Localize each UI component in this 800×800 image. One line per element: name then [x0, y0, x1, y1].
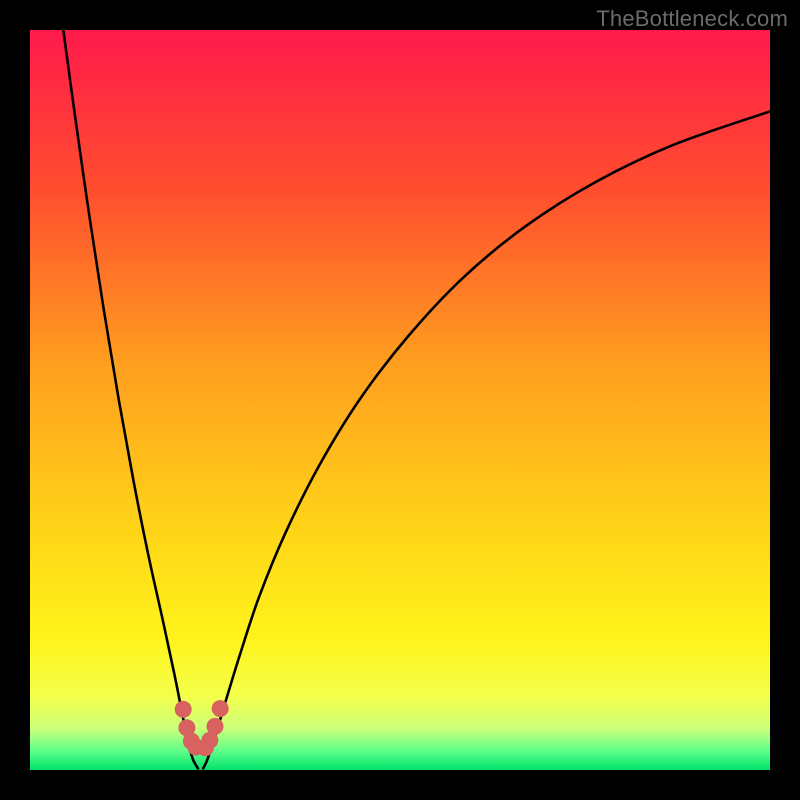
chart-stage: TheBottleneck.com — [0, 0, 800, 800]
watermark-text: TheBottleneck.com — [596, 6, 788, 32]
curve-layer — [30, 30, 770, 770]
data-marker — [212, 700, 229, 717]
plot-area — [30, 30, 770, 770]
curve-left — [63, 30, 198, 769]
data-marker — [206, 718, 223, 735]
curve-right — [203, 111, 770, 768]
data-marker — [175, 701, 192, 718]
marker-group — [175, 700, 229, 756]
